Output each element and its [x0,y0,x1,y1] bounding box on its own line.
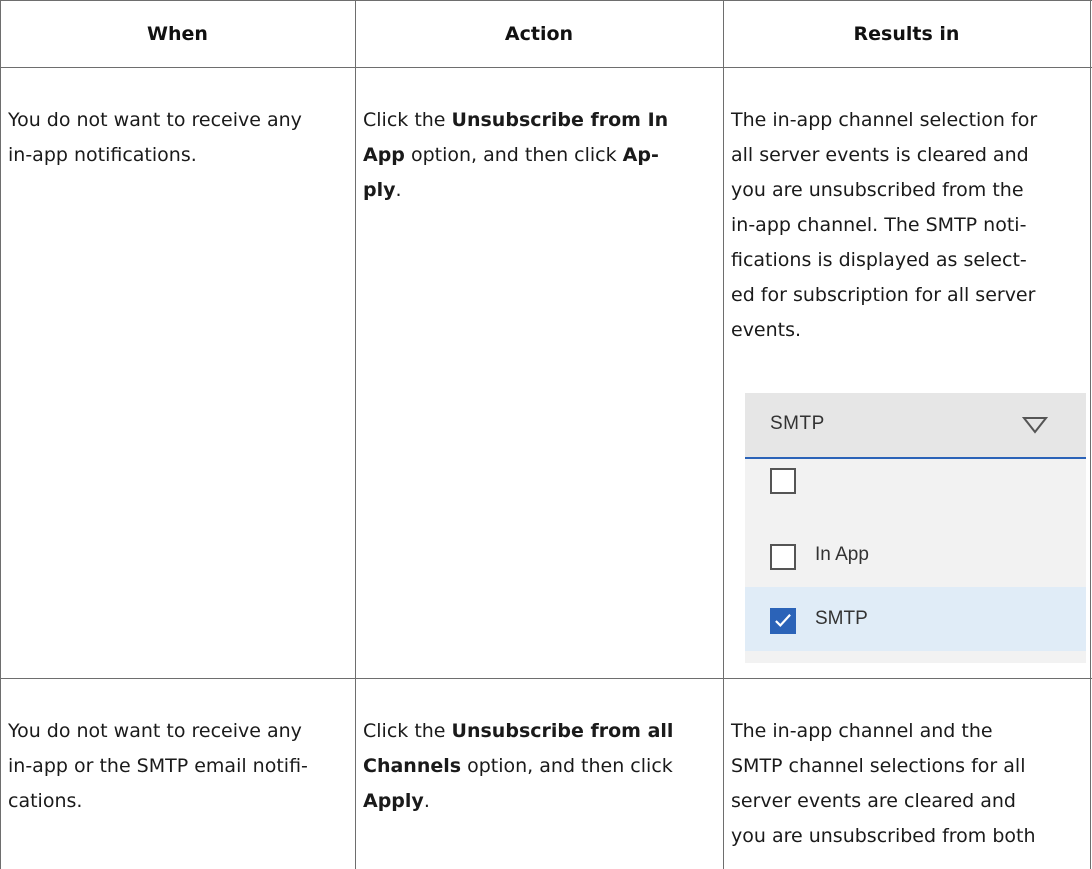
table-border-left [0,0,1,869]
row1-action-cell: Click the Unsubscribe from In App option… [363,109,669,201]
option-label-smtp: SMTP [815,608,868,629]
dropdown-option-smtp[interactable]: SMTP [745,587,1086,651]
row1-when-cell: You do not want to receive any in-app no… [8,109,302,166]
chevron-down-icon [1022,417,1048,434]
row-divider [0,678,1092,679]
notification-options-table: When Action Results in You do not want t… [0,0,1092,869]
column-header-when: When [147,22,208,45]
checkmark-icon [775,614,791,628]
row2-when-cell: You do not want to receive any in-app or… [8,720,308,812]
checkbox-unchecked[interactable] [770,468,796,494]
column-divider-2 [723,0,724,869]
column-header-action: Action [504,22,574,45]
dropdown-header[interactable]: SMTP [745,393,1086,459]
channel-dropdown: SMTP In App SMTP [745,393,1086,663]
header-divider [0,67,1092,68]
option-label-in-app: In App [815,544,869,565]
table-border-right [1090,0,1091,869]
row2-results-cell: The in-app channel and the SMTP channel … [731,720,1036,847]
row1-results-cell: The in-app channel selection for all ser… [731,109,1038,341]
dropdown-option-in-app[interactable]: In App [745,523,1086,587]
column-header-results: Results in [853,22,960,45]
checkbox-checked[interactable] [770,608,796,634]
dropdown-options: In App SMTP [745,459,1086,663]
column-divider-1 [355,0,356,869]
checkbox-unchecked[interactable] [770,544,796,570]
dropdown-selected-value: SMTP [770,413,825,434]
row2-action-cell: Click the Unsubscribe from all Channels … [363,720,674,812]
dropdown-option-empty[interactable] [745,459,1086,503]
